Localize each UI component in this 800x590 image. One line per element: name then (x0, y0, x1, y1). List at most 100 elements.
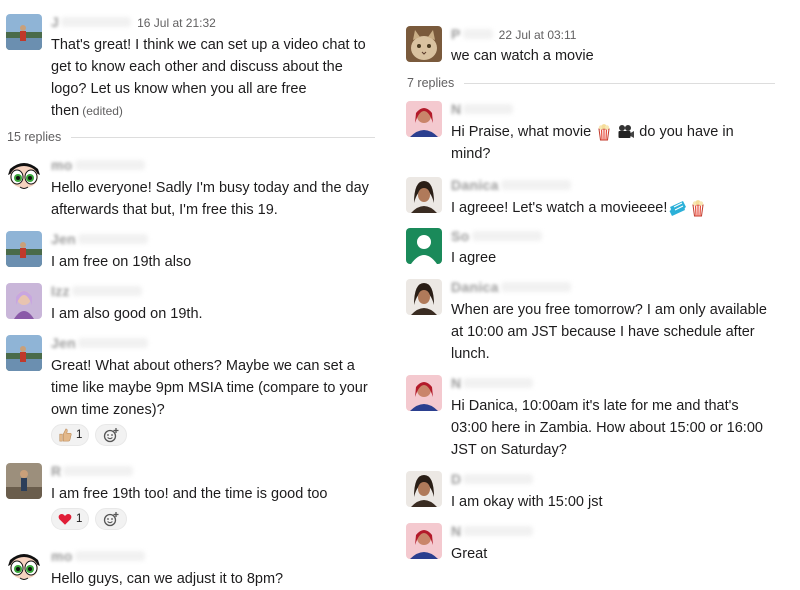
reactions-bar: 1 (51, 508, 128, 530)
replies-count[interactable]: 7 replies (407, 76, 454, 90)
parent-message[interactable]: J 16 Jul at 21:32 That's great! I think … (6, 14, 385, 124)
sender-name[interactable]: Danica (451, 279, 499, 295)
text-line: 03:00 here in Zambia. How about 15:00 or… (451, 420, 763, 436)
add-reaction-button[interactable] (95, 508, 128, 530)
sender-name[interactable]: mo (51, 548, 73, 564)
person-avatar-icon (406, 279, 442, 315)
sender-name[interactable]: Jen (51, 335, 76, 351)
text-line: lunch. (451, 346, 490, 362)
avatar[interactable] (6, 335, 42, 371)
reply-message[interactable]: Izz I am also good on 19th. (6, 283, 385, 323)
text-line: get to know each other and discuss about… (51, 59, 343, 75)
text-line: I am also good on 19th. (51, 306, 203, 322)
text-line: mind? (451, 146, 491, 162)
reply-message[interactable]: N Hi Danica, 10:00am it's late for me an… (406, 375, 800, 461)
reply-message[interactable]: Danica When are you free tomorrow? I am … (406, 279, 800, 365)
sender-name-redaction (78, 338, 149, 348)
message-header: mo (51, 548, 145, 564)
text-line: When are you free tomorrow? I am only av… (451, 302, 767, 318)
timestamp[interactable]: 22 Jul at 03:11 (499, 28, 577, 42)
avatar[interactable] (6, 548, 42, 584)
avatar[interactable] (6, 231, 42, 267)
avatar[interactable] (6, 14, 42, 50)
avatar[interactable] (406, 375, 442, 411)
add-reaction-button[interactable] (95, 424, 128, 446)
sender-name[interactable]: Danica (451, 177, 499, 193)
sender-name[interactable]: J (51, 14, 59, 30)
sender-name[interactable]: mo (51, 157, 73, 173)
message-text: we can watch a movie (451, 45, 594, 67)
message-text: I am also good on 19th. (51, 303, 203, 325)
replies-count[interactable]: 15 replies (7, 130, 61, 144)
text-line: then (edited) (51, 103, 123, 119)
sender-name[interactable]: N (451, 523, 461, 539)
reply-message[interactable]: So I agree (406, 228, 800, 268)
text-line: I agreee! Let's watch a movieeee! (451, 197, 707, 219)
sender-name[interactable]: Jen (51, 231, 76, 247)
reply-message[interactable]: mo Hello guys, can we adjust it to 8pm? (6, 548, 385, 588)
reply-message[interactable]: Jen I am free on 19th also (6, 231, 385, 271)
avatar[interactable] (406, 279, 442, 315)
powerpuff-avatar-icon (6, 157, 42, 193)
reply-message[interactable]: R I am free 19th too! and the time is go… (6, 463, 385, 533)
cat-avatar-icon (406, 26, 442, 62)
sender-name[interactable]: P (451, 26, 461, 42)
avatar[interactable] (406, 523, 442, 559)
powerpuff-avatar-icon (6, 548, 42, 584)
message-header: N (451, 375, 534, 391)
message-header: mo (51, 157, 145, 173)
text-line: time like maybe 9pm MSIA time (compare t… (51, 380, 368, 396)
sender-name[interactable]: N (451, 101, 461, 117)
message-text: That's great! I think we can set up a vi… (51, 34, 366, 122)
text-line: Hello guys, can we adjust it to 8pm? (51, 571, 284, 587)
parent-message[interactable]: P 22 Jul at 03:11 we can watch a movie (406, 26, 800, 66)
sender-name-redaction (463, 526, 534, 536)
avatar[interactable] (6, 463, 42, 499)
avatar[interactable] (406, 26, 442, 62)
person-avatar-icon (406, 101, 442, 137)
sender-name-redaction (463, 104, 514, 114)
person-avatar-icon (406, 177, 442, 213)
message-text: I am okay with 15:00 jst (451, 491, 603, 513)
sender-name-redaction (500, 180, 571, 190)
thumbs-up-icon (59, 428, 72, 442)
message-header: N (451, 101, 514, 117)
ticket-icon (669, 201, 687, 217)
add-reaction-icon (104, 512, 119, 527)
reply-message[interactable]: N Great (406, 523, 800, 563)
text-line: JST on Saturday? (451, 442, 567, 458)
right-thread: P 22 Jul at 03:11 we can watch a movie 7… (400, 0, 800, 590)
message-header: Jen (51, 335, 149, 351)
default-user-icon (406, 228, 442, 264)
avatar[interactable] (406, 471, 442, 507)
reaction-heart[interactable]: 1 (51, 508, 90, 530)
replies-divider: 15 replies (7, 130, 375, 144)
sender-name[interactable]: D (451, 471, 461, 487)
sender-name[interactable]: Izz (51, 283, 70, 299)
sender-name[interactable]: R (51, 463, 61, 479)
reply-message[interactable]: Jen Great! What about others? Maybe we c… (6, 335, 385, 447)
avatar[interactable] (6, 157, 42, 193)
text-line: Hi Danica, 10:00am it's late for me and … (451, 398, 739, 414)
text-line: That's great! I think we can set up a vi… (51, 37, 366, 53)
sender-name-redaction (500, 282, 571, 292)
popcorn-icon (692, 200, 704, 217)
timestamp[interactable]: 16 Jul at 21:32 (137, 16, 216, 30)
avatar[interactable] (406, 177, 442, 213)
person-outdoor-avatar-icon (6, 463, 42, 499)
avatar[interactable] (6, 283, 42, 319)
landscape-avatar-icon (6, 14, 42, 50)
sender-name-redaction (471, 231, 542, 241)
reply-message[interactable]: N Hi Praise, what movie do you have in m… (406, 101, 800, 163)
sender-name[interactable]: N (451, 375, 461, 391)
avatar[interactable] (406, 228, 442, 264)
text-line: Great (451, 546, 488, 562)
reply-message[interactable]: D I am okay with 15:00 jst (406, 471, 800, 511)
message-text: I am free 19th too! and the time is good… (51, 483, 327, 505)
sender-name[interactable]: So (451, 228, 470, 244)
avatar[interactable] (406, 101, 442, 137)
text-line: Hello everyone! Sadly I'm busy today and… (51, 180, 369, 196)
reply-message[interactable]: Danica I agreee! Let's watch a movieeee! (406, 177, 800, 217)
reaction-thumbs-up[interactable]: 1 (51, 424, 90, 446)
reply-message[interactable]: mo Hello everyone! Sadly I'm busy today … (6, 157, 385, 219)
